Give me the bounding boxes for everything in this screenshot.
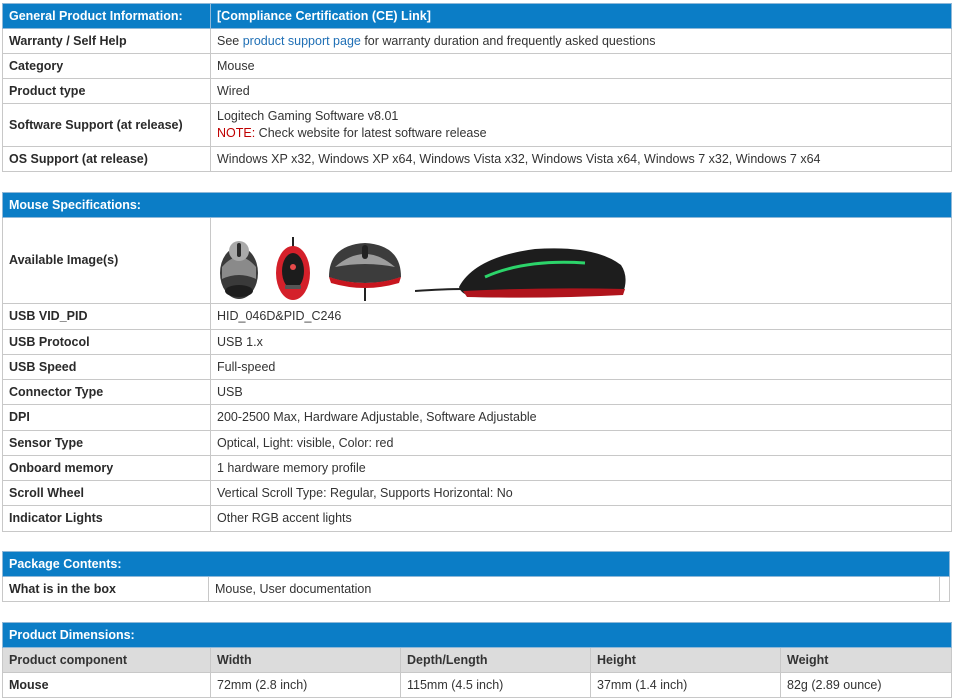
dimensions-title: Product Dimensions:: [1, 622, 953, 648]
spec-value: USB: [209, 379, 953, 405]
package-table: Package Contents: What is in the box Mou…: [2, 551, 950, 602]
general-info-table: General Product Information: [Compliance…: [2, 3, 952, 172]
product-support-link[interactable]: product support page: [243, 34, 361, 48]
component-name: Mouse: [2, 672, 211, 698]
software-note: NOTE: Check website for latest software …: [217, 125, 945, 142]
warranty-pre-text: See: [217, 33, 243, 48]
general-info-title: General Product Information:: [2, 3, 211, 29]
depth-value: 115mm (4.5 inch): [400, 672, 591, 698]
column-header: Depth/Length: [400, 647, 591, 673]
weight-value: 82g (2.89 ounce): [779, 672, 953, 698]
column-header: Weight: [779, 647, 953, 673]
height-value: 37mm (1.4 inch): [590, 672, 781, 698]
package-header: Package Contents:: [2, 551, 950, 577]
software-label: Software Support (at release): [2, 103, 211, 147]
mouse-side-image[interactable]: [415, 237, 635, 301]
table-row: Product type Wired: [2, 78, 952, 104]
category-label: Category: [2, 53, 211, 79]
table-row: USB Protocol USB 1.x: [2, 329, 953, 355]
column-header: Product component: [2, 647, 211, 673]
warranty-value: See product support page for warranty du…: [210, 28, 952, 54]
spec-value: 1 hardware memory profile: [209, 455, 953, 481]
table-row: Category Mouse: [2, 53, 952, 79]
spec-label: Onboard memory: [2, 455, 211, 481]
table-row: Connector Type USB: [2, 379, 953, 405]
mouse-specs-title: Mouse Specifications:: [1, 192, 953, 218]
spec-label: DPI: [2, 404, 211, 431]
width-value: 72mm (2.8 inch): [210, 672, 401, 698]
table-row: USB Speed Full-speed: [2, 354, 953, 380]
spec-label: Sensor Type: [2, 430, 211, 456]
package-title: Package Contents:: [2, 551, 950, 577]
spec-label: USB Protocol: [2, 329, 211, 355]
spec-label: Indicator Lights: [2, 505, 211, 532]
package-value: Mouse, User documentation: [208, 576, 940, 602]
table-row: USB VID_PID HID_046D&PID_C246: [2, 303, 953, 330]
spec-label: Connector Type: [2, 379, 211, 405]
spec-value: Optical, Light: visible, Color: red: [209, 430, 953, 456]
spec-value: Vertical Scroll Type: Regular, Supports …: [209, 480, 953, 506]
table-row: DPI 200-2500 Max, Hardware Adjustable, So…: [2, 404, 953, 431]
mouse-front-image[interactable]: [217, 237, 261, 301]
table-row: What is in the box Mouse, User documenta…: [2, 576, 950, 602]
table-row: Indicator Lights Other RGB accent lights: [2, 505, 953, 532]
table-row: Mouse 72mm (2.8 inch) 115mm (4.5 inch) 3…: [2, 672, 953, 698]
mouse-bottom-image[interactable]: [271, 236, 315, 301]
spec-label: USB Speed: [2, 354, 211, 380]
compliance-link[interactable]: [Compliance Certification (CE) Link]: [217, 9, 431, 23]
warranty-label: Warranty / Self Help: [2, 28, 211, 54]
package-label: What is in the box: [2, 576, 209, 602]
table-row: Sensor Type Optical, Light: visible, Colo…: [2, 430, 953, 456]
category-value: Mouse: [210, 53, 952, 79]
spec-value: HID_046D&PID_C246: [209, 303, 953, 330]
column-header: Height: [590, 647, 781, 673]
warranty-post-text: for warranty duration and frequently ask…: [360, 33, 656, 48]
mouse-top-image[interactable]: [325, 237, 405, 301]
images-cell: [209, 217, 953, 304]
spec-value: USB 1.x: [209, 329, 953, 355]
spec-label: Scroll Wheel: [2, 480, 211, 506]
images-label: Available Image(s): [2, 217, 211, 304]
mouse-specs-header: Mouse Specifications:: [1, 192, 953, 218]
product-type-label: Product type: [2, 78, 211, 104]
table-row: OS Support (at release) Windows XP x32, …: [2, 146, 952, 172]
product-type-value: Wired: [210, 78, 952, 104]
table-row: Scroll Wheel Vertical Scroll Type: Regula…: [2, 480, 953, 506]
spec-label: USB VID_PID: [2, 303, 211, 330]
software-value: Logitech Gaming Software v8.01 NOTE: Che…: [210, 103, 952, 147]
spec-value: Other RGB accent lights: [209, 505, 953, 532]
table-row: Onboard memory 1 hardware memory profile: [2, 455, 953, 481]
spec-value: Full-speed: [209, 354, 953, 380]
table-row: Warranty / Self Help See product support…: [2, 28, 952, 54]
dimensions-header: Product Dimensions:: [1, 622, 953, 648]
os-label: OS Support (at release): [2, 146, 211, 172]
software-version: Logitech Gaming Software v8.01: [217, 109, 399, 123]
general-info-header: General Product Information: [Compliance…: [2, 3, 952, 29]
dimensions-table: Product Dimensions: Product component Wi…: [1, 622, 953, 698]
table-row: Available Image(s): [2, 217, 953, 304]
dimensions-column-headers: Product component Width Depth/Length Hei…: [2, 647, 953, 673]
spec-value: 200-2500 Max, Hardware Adjustable, Softw…: [209, 404, 953, 431]
table-row: Software Support (at release) Logitech G…: [2, 103, 952, 147]
mouse-specs-table: Mouse Specifications: Available Image(s): [1, 192, 953, 532]
os-value: Windows XP x32, Windows XP x64, Windows …: [210, 146, 952, 172]
note-prefix: NOTE:: [217, 126, 256, 140]
note-text: Check website for latest software releas…: [255, 126, 487, 140]
column-header: Width: [210, 647, 401, 673]
package-spacer: [939, 576, 950, 602]
